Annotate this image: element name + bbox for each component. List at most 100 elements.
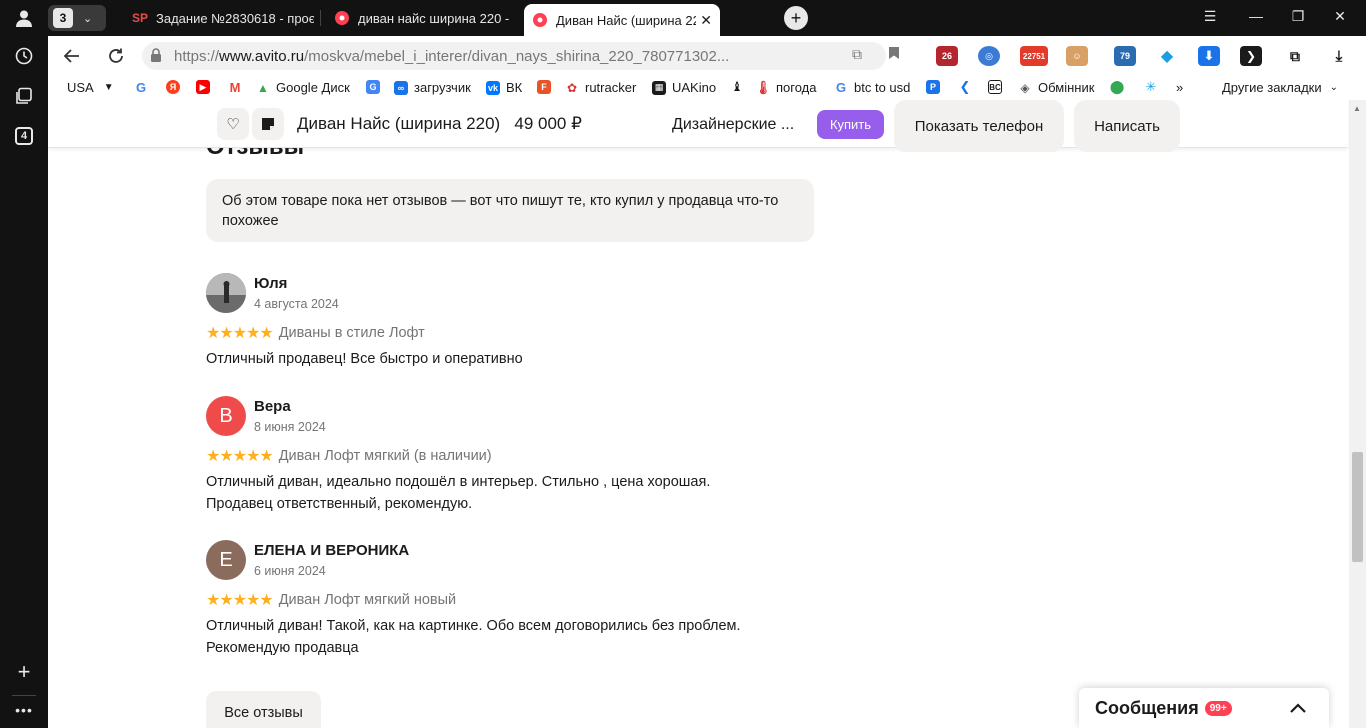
page-scrollbar[interactable]: ▲ [1349, 100, 1366, 728]
counter-extension-icon[interactable]: 22751 [1020, 46, 1048, 66]
bookmark-youtube[interactable]: ▶ [196, 80, 216, 94]
bookmark-rutracker[interactable]: ✿ rutracker [565, 80, 636, 95]
map-pin-icon: ⬤ [1109, 79, 1125, 94]
reload-icon[interactable] [104, 44, 128, 68]
calendar-extension-icon[interactable]: 79 [1114, 46, 1136, 66]
avito-favicon-icon [532, 12, 548, 28]
tab-product-active[interactable]: Диван Найс (ширина 220) ✕ [524, 4, 720, 36]
chevron-down-icon: ▼ [103, 82, 114, 93]
bookmarks-overflow[interactable]: » [1176, 80, 1183, 95]
menu-icon[interactable]: ☰ [1200, 8, 1220, 25]
seller-name[interactable]: Дизайнерские ... [672, 116, 794, 134]
dark-extension-icon[interactable]: ❯ [1240, 46, 1262, 66]
scroll-up-icon[interactable]: ▲ [1353, 104, 1361, 113]
minimize-icon[interactable]: — [1246, 8, 1266, 24]
tab-strip: 3 ⌄ SP Задание №2830618 - проє диван най… [48, 0, 1366, 36]
copy-link-icon[interactable]: ⧉ [852, 46, 862, 63]
add-panel-icon[interactable]: + [12, 659, 36, 684]
tab-group-selector[interactable]: 3 ⌄ [48, 5, 106, 31]
review-item: Е ЕЛЕНА И ВЕРОНИКА 6 июня 2024 ★★★★★ Див… [206, 540, 846, 660]
tab-title: диван найс ширина 220 - [358, 10, 510, 26]
infinity-icon: ∞ [394, 80, 408, 95]
show-phone-button[interactable]: Показать телефон [894, 100, 1064, 152]
all-reviews-button[interactable]: Все отзывы [206, 691, 321, 728]
more-dots-icon[interactable]: ••• [12, 698, 36, 722]
bookmark-uakino[interactable]: ▦ UAKino [652, 80, 716, 95]
bookmark-gmail[interactable]: M [228, 80, 248, 95]
bookmark-bc[interactable]: BC [988, 80, 1008, 94]
tab-task[interactable]: SP Задание №2830618 - проє [124, 4, 314, 32]
diamond-extension-icon[interactable]: ◆ [1156, 46, 1178, 66]
globe-extension-icon[interactable]: ◎ [978, 46, 1000, 66]
yandex-icon: Я [166, 80, 180, 94]
bookmark-exchanger[interactable]: ◈ Обмінник [1018, 80, 1094, 95]
bookmark-google[interactable]: G [134, 79, 154, 95]
bookmark-f[interactable]: F [537, 80, 557, 94]
back-arrow-icon[interactable] [60, 44, 84, 68]
bookmark-icon[interactable] [888, 46, 900, 63]
star-rating-icon: ★★★★★ [206, 448, 274, 465]
reviewer-name[interactable]: Вера [254, 398, 291, 415]
uakino-icon: ▦ [652, 80, 666, 95]
messages-widget[interactable]: Сообщения 99+ [1079, 688, 1329, 728]
bookmark-star[interactable]: ✳ [1144, 79, 1164, 94]
bookmark-vk[interactable]: vk ВК [486, 80, 522, 95]
reviewer-name[interactable]: Юля [254, 275, 287, 292]
collections-icon[interactable] [12, 84, 36, 108]
tab-counter-badge[interactable]: 4 [15, 127, 33, 145]
chess-icon: ♝ [730, 79, 744, 94]
new-tab-button[interactable]: + [784, 6, 808, 30]
tab-search[interactable]: диван найс ширина 220 - [326, 4, 516, 32]
history-icon[interactable] [12, 44, 36, 68]
google-icon: G [134, 79, 148, 95]
close-tab-icon[interactable]: ✕ [700, 12, 712, 29]
messages-count-badge: 99+ [1204, 700, 1232, 716]
review-date: 6 июня 2024 [254, 564, 326, 578]
avatar[interactable] [206, 273, 246, 313]
face-extension-icon[interactable]: ☺ [1066, 46, 1088, 66]
bookmark-google-drive[interactable]: ▲ Google Диск [256, 80, 350, 95]
review-rating: ★★★★★ Диваны в стиле Лофт [206, 323, 425, 343]
url-text[interactable]: https://www.avito.ru/moskva/mebel_i_inte… [174, 48, 729, 65]
address-row: https://www.avito.ru/moskva/mebel_i_inte… [48, 36, 1366, 76]
write-message-button[interactable]: Написать [1074, 100, 1180, 152]
product-title: Диван Найс (ширина 220) 49 000 ₽ [297, 114, 582, 133]
sidebar-divider [12, 695, 36, 696]
extensions-puzzle-icon[interactable]: ⧉ [1284, 46, 1306, 66]
reviewed-product: Диваны в стиле Лофт [278, 325, 425, 341]
bookmark-downloader[interactable]: ∞ загрузчик [394, 80, 471, 95]
note-button[interactable] [252, 108, 284, 140]
download-helper-icon[interactable]: ⬇ [1198, 46, 1220, 66]
favorite-button[interactable]: ♡ [217, 108, 249, 140]
address-bar[interactable]: https://www.avito.ru/moskva/mebel_i_inte… [142, 42, 886, 70]
reviewed-product: Диван Лофт мягкий новый [278, 592, 457, 608]
downloads-icon[interactable]: ⤓ [1328, 46, 1350, 66]
other-bookmarks[interactable]: Другие закладки ⌄ [1222, 80, 1338, 95]
bookmark-weather[interactable]: 🌡 погода [755, 80, 817, 96]
bookmark-translate[interactable]: G [366, 80, 386, 94]
bookmark-maps[interactable]: ⬤ [1109, 79, 1130, 94]
bookmark-chess[interactable]: ♝ [730, 79, 750, 94]
close-window-icon[interactable]: ✕ [1330, 8, 1350, 25]
avito-favicon-icon [334, 10, 350, 26]
reviewer-name[interactable]: ЕЛЕНА И ВЕРОНИКА [254, 542, 409, 559]
review-item: Юля 4 августа 2024 ★★★★★ Диваны в стиле … [206, 273, 846, 367]
lock-icon[interactable] [150, 47, 168, 65]
bookmark-arrow[interactable]: ❮ [958, 79, 978, 94]
bookmark-btc[interactable]: Gbtc to usd [834, 80, 910, 95]
extension-26-icon[interactable]: 26 [936, 46, 958, 66]
arrow-icon: ❮ [958, 79, 972, 94]
avatar[interactable]: Е [206, 540, 246, 580]
profile-icon[interactable] [12, 6, 36, 30]
bookmark-yandex[interactable]: Я [166, 80, 186, 94]
bookmark-p[interactable]: P [926, 80, 946, 94]
region-selector[interactable]: USA ▼ [67, 80, 114, 95]
avatar[interactable]: В [206, 396, 246, 436]
restore-icon[interactable]: ❐ [1288, 8, 1308, 25]
review-rating: ★★★★★ Диван Лофт мягкий новый [206, 590, 456, 610]
chevron-up-icon[interactable] [1289, 698, 1307, 719]
buy-button[interactable]: Купить [817, 110, 884, 139]
scrollbar-thumb[interactable] [1352, 452, 1363, 562]
messages-title: Сообщения [1095, 697, 1199, 718]
note-icon [262, 118, 274, 130]
